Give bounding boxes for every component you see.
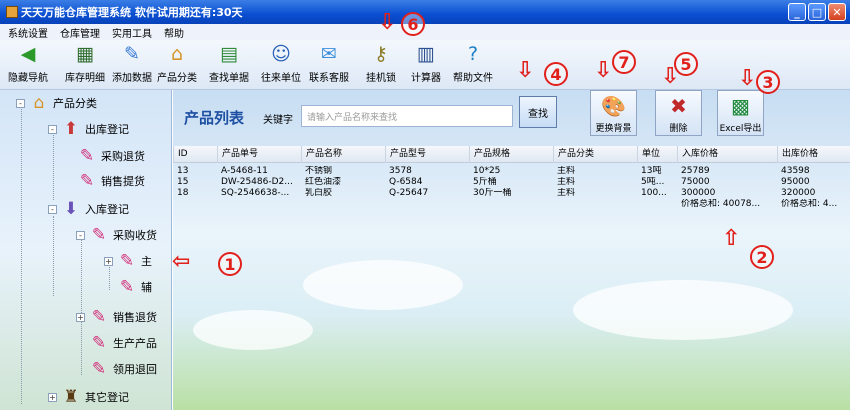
product-category-button[interactable]: ⌂ 产品分类	[155, 42, 199, 84]
minimize-button[interactable]: _	[788, 3, 806, 21]
bottle-icon: ♜	[63, 387, 79, 407]
tree-purchase-receive[interactable]: - ✎ 采购收货	[76, 224, 157, 246]
product-table: ID 产品单号 产品名称 产品型号 产品规格 产品分类 单位 入库价格 出库价格…	[173, 146, 850, 211]
callout-arrow-down-icon: ⇩	[738, 66, 757, 91]
callout-1: 1	[218, 252, 242, 276]
contact-support-button[interactable]: ✉ 联系客服	[307, 42, 351, 84]
close-button[interactable]: ✕	[828, 3, 846, 21]
tree-product-category[interactable]: - ⌂ 产品分类	[16, 92, 97, 114]
callout-arrow-down-icon: ⇩	[378, 10, 397, 35]
header-id[interactable]: ID	[173, 146, 217, 163]
tree-purchase-return[interactable]: ✎ 采购退货	[76, 145, 145, 167]
header-product-model[interactable]: 产品型号	[385, 146, 469, 163]
help-icon: ?	[467, 43, 479, 65]
edit-icon: ✎	[91, 307, 107, 327]
tree-outbound[interactable]: - ⬆ 出库登记	[48, 118, 129, 140]
users-icon: ☺	[271, 43, 291, 65]
window-title: 天天万能仓库管理系统 软件试用期还有:30天	[21, 6, 243, 19]
house-icon: ⌂	[33, 93, 45, 113]
search-button[interactable]: 查找	[519, 96, 557, 128]
hide-nav-button[interactable]: ◀ 隐藏导航	[6, 42, 50, 84]
app-icon	[6, 6, 18, 18]
palette-icon: 🎨	[601, 94, 626, 118]
outbound-icon: ⬆	[63, 119, 79, 139]
callout-7: 7	[612, 50, 636, 74]
callout-arrow-left-icon: ⇦	[172, 249, 191, 274]
menu-tools[interactable]: 实用工具	[112, 25, 152, 40]
excel-icon: ▩	[731, 94, 750, 118]
tree-production[interactable]: ✎ 生产产品	[88, 332, 157, 354]
back-arrow-icon: ◀	[20, 43, 36, 65]
edit-icon: ✎	[79, 146, 95, 166]
tree-aux-material[interactable]: ✎ 辅	[116, 276, 152, 298]
sum-out-price: 价格总和: 4...	[781, 199, 838, 209]
maximize-button[interactable]: □	[808, 3, 826, 21]
callout-2: 2	[750, 245, 774, 269]
find-document-button[interactable]: ▤ 查找单据	[207, 42, 251, 84]
keys-icon: ⚷	[374, 43, 388, 65]
edit-icon: ✎	[91, 359, 107, 379]
inventory-detail-button[interactable]: ▦ 库存明细	[63, 42, 107, 84]
toolbar: ◀ 隐藏导航 ▦ 库存明细 ✎ 添加数据 ⌂ 产品分类 ▤ 查找单据 ☺ 往来单位 ✉ 联系客…	[0, 40, 850, 90]
edit-icon: ✎	[91, 333, 107, 353]
delete-button[interactable]: ✖ 删除	[655, 90, 702, 136]
menu-system-settings[interactable]: 系统设置	[8, 25, 48, 40]
main-panel: 产品列表 关键字 请输入产品名称来查找 查找 🎨 更换背景 ✖ 删除 ▩ Excel导…	[173, 90, 850, 410]
tree-other[interactable]: + ♜ 其它登记	[48, 386, 129, 408]
callout-arrow-up-icon: ⇧	[722, 226, 741, 251]
house-icon: ⌂	[170, 43, 184, 65]
callout-4: 4	[544, 62, 568, 86]
tree-sales-return[interactable]: + ✎ 销售退货	[76, 306, 157, 328]
help-file-button[interactable]: ? 帮助文件	[451, 42, 495, 84]
inbound-icon: ⬇	[63, 199, 79, 219]
table-header: ID 产品单号 产品名称 产品型号 产品规格 产品分类 单位 入库价格 出库价格	[173, 146, 850, 163]
callout-3: 3	[756, 70, 780, 94]
header-in-price[interactable]: 入库价格	[677, 146, 777, 163]
calculator-icon: ▥	[417, 43, 435, 65]
delete-x-icon: ✖	[670, 94, 687, 118]
table-row[interactable]: 13 A-5468-11 不锈钢 3578 10*25 主料 13吨 25789…	[173, 166, 850, 177]
sum-row: 价格总和: 40078... 价格总和: 4...	[173, 199, 850, 211]
tree-inbound[interactable]: - ⬇ 入库登记	[48, 198, 129, 220]
header-out-price[interactable]: 出库价格	[777, 146, 850, 163]
table-row[interactable]: 15 DW-25486-D2... 红色油漆 Q-6584 5斤桶 主料 5吨.…	[173, 177, 850, 188]
title-bar: 天天万能仓库管理系统 软件试用期还有:30天 _ □ ✕	[0, 0, 850, 24]
notebook-icon: ▦	[76, 43, 94, 65]
tree-main-material[interactable]: + ✎ 主	[104, 250, 152, 272]
tree-requisition-return[interactable]: ✎ 领用退回	[88, 358, 157, 380]
menu-warehouse[interactable]: 仓库管理	[60, 25, 100, 40]
chat-icon: ✉	[321, 43, 337, 65]
change-background-button[interactable]: 🎨 更换背景	[590, 90, 637, 136]
partners-button[interactable]: ☺ 往来单位	[259, 42, 303, 84]
callout-6: 6	[401, 12, 425, 36]
add-data-button[interactable]: ✎ 添加数据	[110, 42, 154, 84]
callout-arrow-down-icon: ⇩	[516, 58, 535, 83]
excel-export-button[interactable]: ▩ Excel导出	[717, 90, 764, 136]
edit-icon: ✎	[124, 43, 140, 65]
tree-sales-pickup[interactable]: ✎ 销售提货	[76, 170, 145, 192]
menu-help[interactable]: 帮助	[164, 25, 184, 40]
header-product-name[interactable]: 产品名称	[301, 146, 385, 163]
header-product-category[interactable]: 产品分类	[553, 146, 637, 163]
callout-arrow-down-icon: ⇩	[594, 58, 613, 83]
edit-icon: ✎	[91, 225, 107, 245]
callout-5: 5	[674, 52, 698, 76]
header-product-no[interactable]: 产品单号	[217, 146, 301, 163]
header-unit[interactable]: 单位	[637, 146, 677, 163]
screen-lock-button[interactable]: ⚷ 挂机锁	[359, 42, 403, 84]
panel-title: 产品列表	[184, 109, 245, 127]
header-product-spec[interactable]: 产品规格	[469, 146, 553, 163]
edit-icon: ✎	[119, 277, 135, 297]
keyword-label: 关键字	[263, 115, 293, 126]
menu-bar: 系统设置 仓库管理 实用工具 帮助	[0, 24, 850, 40]
ledger-icon: ▤	[220, 43, 238, 65]
calculator-button[interactable]: ▥ 计算器	[404, 42, 448, 84]
table-row[interactable]: 18 SQ-2546638-... 乳白胶 Q-25647 30斤一桶 主料 1…	[173, 188, 850, 199]
search-input[interactable]: 请输入产品名称来查找	[301, 105, 513, 127]
nav-tree: - ⌂ 产品分类 - ⬆ 出库登记 ✎ 采购退货 ✎ 销售提货 - ⬇ 入库登记 - ✎ 采购收货 …	[0, 90, 172, 410]
edit-icon: ✎	[79, 171, 95, 191]
edit-icon: ✎	[119, 251, 135, 271]
sum-in-price: 价格总和: 40078...	[681, 199, 761, 209]
